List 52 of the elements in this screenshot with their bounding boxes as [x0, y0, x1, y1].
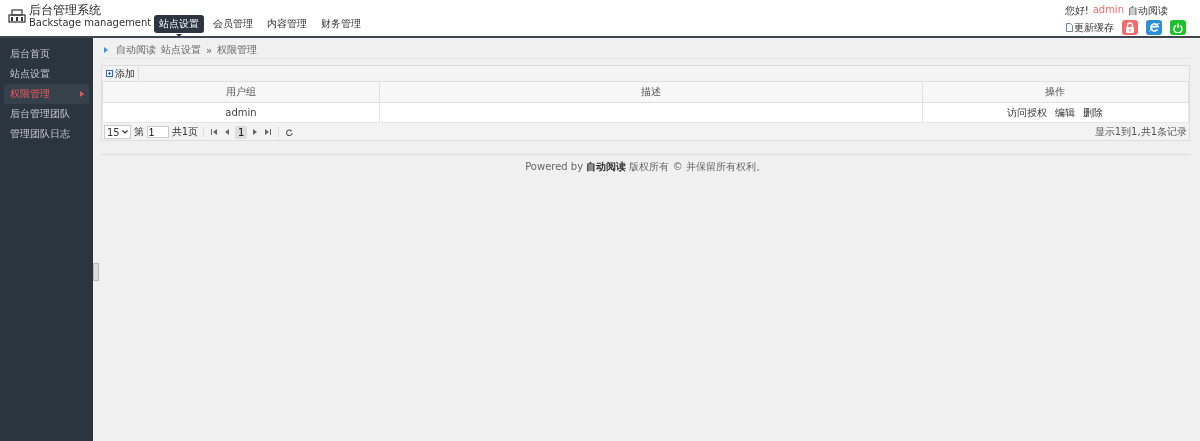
- lock-button[interactable]: [1122, 20, 1138, 35]
- power-icon: [1173, 22, 1183, 33]
- sidebar-item[interactable]: 管理团队日志: [4, 124, 89, 144]
- building-icon: [8, 9, 26, 23]
- refresh-button[interactable]: [284, 127, 296, 137]
- breadcrumb-separator: »: [206, 44, 213, 56]
- chevron-down-icon: [121, 130, 128, 134]
- current-page-button[interactable]: 1: [235, 125, 248, 139]
- letter-e-icon: [1148, 22, 1160, 33]
- last-page-icon: [265, 129, 272, 135]
- action-link[interactable]: 编辑: [1055, 106, 1076, 118]
- sidebar-item[interactable]: 站点设置: [4, 64, 89, 84]
- breadcrumb-site: 自动阅读: [116, 43, 156, 57]
- lock-icon: [1125, 22, 1135, 33]
- record-summary: 显示1到1,共1条记录: [1094, 125, 1187, 139]
- first-page-button[interactable]: [209, 128, 220, 136]
- previous-page-icon: [224, 129, 231, 135]
- nav-tab[interactable]: 内容管理: [262, 15, 313, 33]
- sidebar-item[interactable]: 后台首页: [4, 44, 89, 64]
- browser-button[interactable]: [1146, 20, 1162, 35]
- action-link[interactable]: 删除: [1083, 106, 1104, 118]
- logo-title: 后台管理系统: [29, 3, 102, 17]
- table-cell: admin: [102, 102, 380, 123]
- column-header: 描述: [379, 81, 923, 103]
- refresh-cache-link[interactable]: 更新缓存: [1066, 20, 1114, 35]
- triangle-icon: [104, 47, 108, 53]
- plus-square-icon: [106, 70, 113, 77]
- first-page-icon: [211, 129, 218, 135]
- site-name: 自动阅读: [1128, 4, 1168, 18]
- document-icon: [1066, 23, 1073, 32]
- add-button[interactable]: 添加: [105, 66, 139, 81]
- caret-icon: [80, 91, 84, 97]
- greeting-text: 您好!: [1064, 4, 1089, 18]
- column-header: 用户组: [102, 81, 380, 103]
- nav-tab[interactable]: 财务管理: [316, 15, 367, 33]
- username: admin: [1092, 4, 1124, 17]
- page-size-select[interactable]: 15: [104, 125, 131, 139]
- last-page-button[interactable]: [263, 128, 274, 136]
- next-page-icon: [252, 129, 259, 135]
- breadcrumb-link[interactable]: 站点设置: [161, 43, 201, 57]
- page-total: 共1页: [171, 125, 199, 139]
- column-header: 操作: [922, 81, 1189, 103]
- page-input[interactable]: 1: [146, 126, 169, 138]
- page-prefix: 第: [133, 125, 144, 139]
- logo-subtitle: Backstage management: [29, 17, 152, 29]
- nav-tab[interactable]: 会员管理: [208, 15, 259, 33]
- collapse-handle[interactable]: [93, 263, 99, 281]
- footer-text: Powered by 自动阅读 版权所有 © 并保留所有权利。: [524, 160, 767, 174]
- action-link[interactable]: 访问授权: [1007, 106, 1048, 118]
- breadcrumb-link[interactable]: 权限管理: [217, 43, 258, 57]
- refresh-icon: [286, 128, 294, 136]
- sidebar-item[interactable]: 后台管理团队: [4, 104, 89, 124]
